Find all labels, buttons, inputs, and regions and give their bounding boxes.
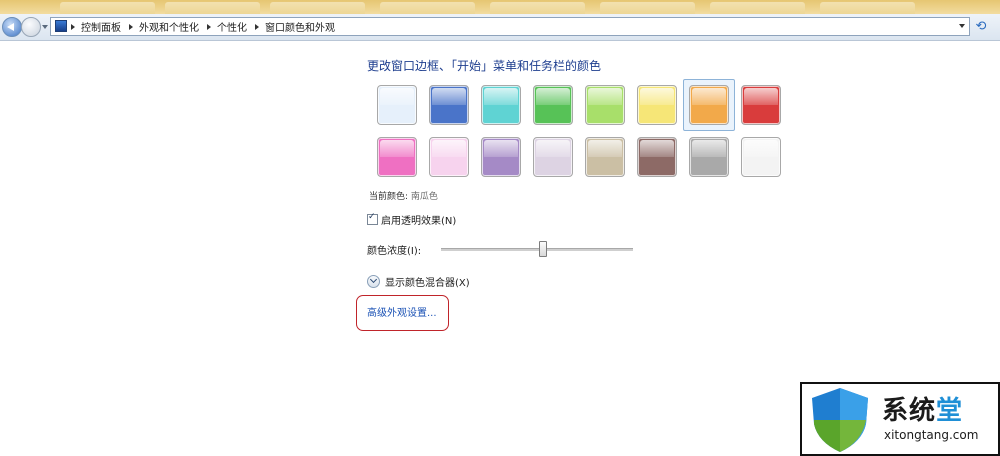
tab[interactable]	[490, 2, 585, 14]
color-swatch[interactable]	[741, 85, 781, 125]
current-color: 当前颜色: 南瓜色	[369, 189, 438, 202]
color-swatch[interactable]	[533, 85, 573, 125]
intensity-slider-thumb[interactable]	[538, 241, 547, 257]
breadcrumb-separator-icon[interactable]	[129, 23, 133, 30]
color-swatch[interactable]	[377, 85, 417, 125]
color-swatch[interactable]	[533, 137, 573, 177]
advanced-appearance-link[interactable]: 高级外观设置...	[367, 304, 437, 319]
color-swatch[interactable]	[689, 85, 729, 125]
color-swatch[interactable]	[429, 137, 469, 177]
watermark-logo: 系统堂 xitongtang.com	[800, 382, 1000, 456]
breadcrumb-separator-icon[interactable]	[71, 23, 75, 30]
color-swatch[interactable]	[585, 137, 625, 177]
intensity-slider-track[interactable]	[441, 248, 633, 251]
color-swatch[interactable]	[741, 137, 781, 177]
color-swatch[interactable]	[481, 137, 521, 177]
refresh-icon[interactable]: ⟲	[972, 18, 990, 36]
intensity-label: 颜色浓度(I):	[367, 246, 422, 257]
tab[interactable]	[710, 2, 805, 14]
color-swatch[interactable]	[481, 85, 521, 125]
chevron-down-icon[interactable]	[367, 275, 380, 288]
watermark-name-highlight: 堂	[936, 396, 964, 426]
transparency-option[interactable]: 启用透明效果(N)	[367, 212, 456, 227]
shield-icon	[812, 388, 868, 452]
address-dropdown-icon[interactable]	[959, 24, 965, 28]
color-swatch[interactable]	[689, 137, 729, 177]
color-swatch[interactable]	[429, 85, 469, 125]
forward-button[interactable]	[21, 17, 41, 37]
tab[interactable]	[270, 2, 365, 14]
browser-tab-strip	[0, 0, 1000, 14]
color-swatch[interactable]	[377, 137, 417, 177]
transparency-checkbox[interactable]	[367, 212, 378, 225]
breadcrumb-item[interactable]: 控制面板	[81, 19, 121, 34]
current-color-value: 南瓜色	[410, 192, 438, 202]
tab[interactable]	[165, 2, 260, 14]
watermark-domain: xitongtang.com	[884, 428, 979, 442]
back-button[interactable]	[2, 17, 22, 37]
color-mixer-label: 显示颜色混合器(X)	[385, 278, 470, 289]
watermark-name-part: 系统	[882, 396, 937, 426]
breadcrumb-separator-icon[interactable]	[207, 23, 211, 30]
control-panel-icon	[55, 20, 67, 32]
page-title: 更改窗口边框、「开始」菜单和任务栏的颜色	[367, 59, 602, 73]
breadcrumb-item[interactable]: 外观和个性化	[139, 19, 199, 34]
breadcrumb: 控制面板 外观和个性化 个性化 窗口颜色和外观	[71, 18, 335, 35]
watermark-name: 系统堂	[882, 390, 963, 427]
color-swatch[interactable]	[637, 137, 677, 177]
address-field[interactable]: 控制面板 外观和个性化 个性化 窗口颜色和外观	[50, 17, 970, 36]
current-color-label: 当前颜色:	[369, 192, 409, 202]
color-swatch[interactable]	[637, 85, 677, 125]
breadcrumb-item[interactable]: 窗口颜色和外观	[265, 19, 335, 34]
color-swatch[interactable]	[585, 85, 625, 125]
breadcrumb-item[interactable]: 个性化	[217, 19, 247, 34]
transparency-label: 启用透明效果(N)	[381, 216, 457, 227]
color-mixer-toggle[interactable]: 显示颜色混合器(X)	[367, 274, 470, 289]
tab[interactable]	[380, 2, 475, 14]
recent-pages-dropdown-icon[interactable]	[42, 25, 48, 29]
tab[interactable]	[600, 2, 695, 14]
tab[interactable]	[820, 2, 915, 14]
tab[interactable]	[60, 2, 155, 14]
address-toolbar: 控制面板 外观和个性化 个性化 窗口颜色和外观 ⟲	[0, 14, 1000, 41]
breadcrumb-separator-icon[interactable]	[255, 23, 259, 30]
